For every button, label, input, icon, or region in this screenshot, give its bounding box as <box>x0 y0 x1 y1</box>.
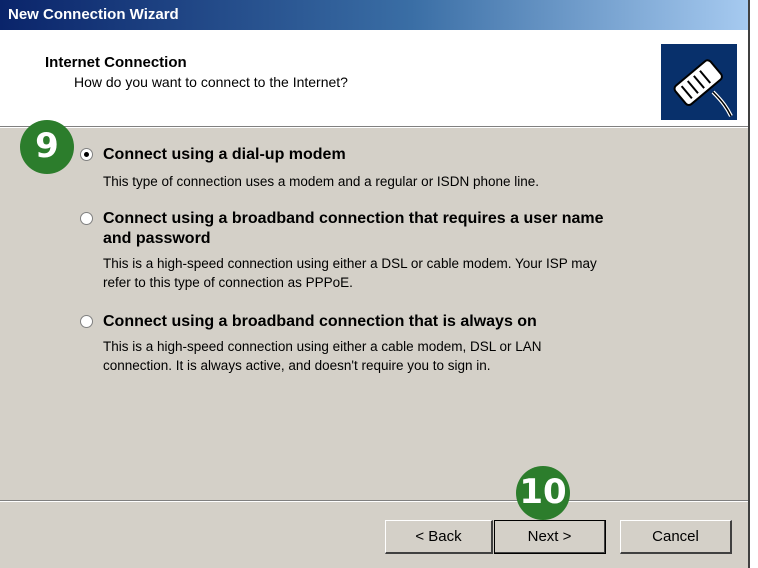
radio-dial-up[interactable] <box>80 148 93 161</box>
option-broadband-pppoe-description-line1: This is a high-speed connection using ei… <box>103 256 597 271</box>
option-broadband-always-on-description-line2: connection. It is always active, and doe… <box>103 358 491 373</box>
radio-broadband-pppoe[interactable] <box>80 212 93 225</box>
option-broadband-always-on-description-line1: This is a high-speed connection using ei… <box>103 339 542 354</box>
back-button[interactable]: < Back <box>385 520 493 554</box>
option-broadband-pppoe-label-line2[interactable]: and password <box>103 229 211 249</box>
option-broadband-pppoe-description-line2: refer to this type of connection as PPPo… <box>103 275 353 290</box>
step-callout-9: 9 <box>20 120 74 174</box>
option-broadband-pppoe-label-line1[interactable]: Connect using a broadband connection tha… <box>103 209 604 229</box>
option-dial-up-description: This type of connection uses a modem and… <box>103 174 539 189</box>
footer-divider <box>0 500 748 502</box>
option-broadband-always-on-label[interactable]: Connect using a broadband connection tha… <box>103 312 537 332</box>
page-subtitle: How do you want to connect to the Intern… <box>74 74 348 90</box>
page-title: Internet Connection <box>45 54 187 71</box>
wizard-window: New Connection Wizard Internet Connectio… <box>0 0 750 568</box>
phone-cable-icon <box>661 44 737 120</box>
header-divider <box>0 126 748 128</box>
wizard-header: Internet Connection How do you want to c… <box>0 30 748 126</box>
radio-broadband-always-on[interactable] <box>80 315 93 328</box>
step-callout-10: 10 <box>516 466 570 520</box>
cancel-button[interactable]: Cancel <box>620 520 732 554</box>
next-button[interactable]: Next > <box>494 520 606 554</box>
option-dial-up-label[interactable]: Connect using a dial-up modem <box>103 145 346 165</box>
title-bar[interactable]: New Connection Wizard <box>0 0 748 30</box>
